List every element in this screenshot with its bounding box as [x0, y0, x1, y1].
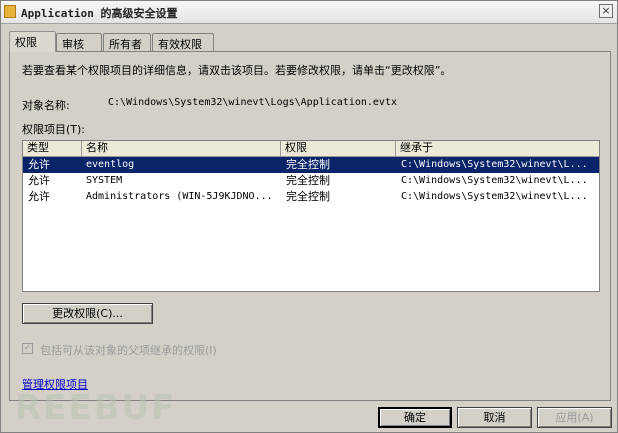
tab-permissions[interactable]: 权限: [9, 31, 56, 52]
permissions-panel: 若要查看某个权限项目的详细信息，请双击该项目。若要修改权限，请单击“更改权限”。…: [9, 51, 611, 401]
watermark-logo: REEBUF: [15, 388, 177, 428]
cancel-button[interactable]: 取消: [457, 407, 532, 428]
instructions-text: 若要查看某个权限项目的详细信息，请双击该项目。若要修改权限，请单击“更改权限”。: [22, 64, 452, 77]
tab-auditing[interactable]: 审核: [56, 33, 102, 51]
change-permissions-button[interactable]: 更改权限(C)...: [22, 303, 153, 324]
table-row[interactable]: 允许 SYSTEM 完全控制 C:\Windows\System32\winev…: [23, 173, 599, 189]
apply-button[interactable]: 应用(A): [537, 407, 612, 428]
permission-entries-label: 权限项目(T):: [22, 123, 86, 136]
tab-effective-permissions[interactable]: 有效权限: [152, 33, 214, 51]
inherit-permissions-label: 包括可从该对象的父项继承的权限(I): [40, 344, 217, 357]
inherit-permissions-checkbox[interactable]: ✓: [22, 343, 33, 354]
row-type: 允许: [28, 158, 50, 171]
table-row[interactable]: 允许 Administrators (WIN-5J9KJDNO... 完全控制 …: [23, 189, 599, 205]
row-inherited-from: C:\Windows\System32\winevt\L...: [401, 175, 588, 186]
window-title: Application 的高级安全设置: [21, 7, 178, 20]
object-name-value: C:\Windows\System32\winevt\Logs\Applicat…: [108, 97, 397, 108]
object-name-label: 对象名称:: [22, 99, 70, 112]
tab-owner[interactable]: 所有者: [103, 33, 151, 51]
row-permission: 完全控制: [286, 190, 330, 203]
row-permission: 完全控制: [286, 158, 330, 171]
table-row[interactable]: 允许 eventlog 完全控制 C:\Windows\System32\win…: [23, 157, 599, 173]
advanced-security-dialog: Application 的高级安全设置 × 权限 审核 所有者 有效权限 若要查…: [0, 0, 618, 433]
column-header-inherited-from[interactable]: 继承于: [396, 141, 599, 156]
close-button[interactable]: ×: [599, 4, 613, 18]
row-inherited-from: C:\Windows\System32\winevt\L...: [401, 191, 588, 202]
column-header-name[interactable]: 名称: [82, 141, 281, 156]
row-type: 允许: [28, 174, 50, 187]
row-name: Administrators (WIN-5J9KJDNO...: [86, 191, 273, 202]
list-header: 类型 名称 权限 继承于: [23, 141, 599, 157]
row-name: eventlog: [86, 159, 135, 170]
column-header-permission[interactable]: 权限: [281, 141, 396, 156]
ok-button[interactable]: 确定: [378, 407, 452, 428]
row-inherited-from: C:\Windows\System32\winevt\L...: [401, 159, 588, 170]
row-name: SYSTEM: [86, 175, 123, 186]
row-permission: 完全控制: [286, 174, 330, 187]
permission-entries-list[interactable]: 类型 名称 权限 继承于 允许 eventlog 完全控制 C:\Windows…: [22, 140, 600, 292]
title-bar: Application 的高级安全设置 ×: [1, 1, 617, 24]
column-header-type[interactable]: 类型: [23, 141, 82, 156]
folder-icon: [4, 5, 16, 18]
row-type: 允许: [28, 190, 50, 203]
